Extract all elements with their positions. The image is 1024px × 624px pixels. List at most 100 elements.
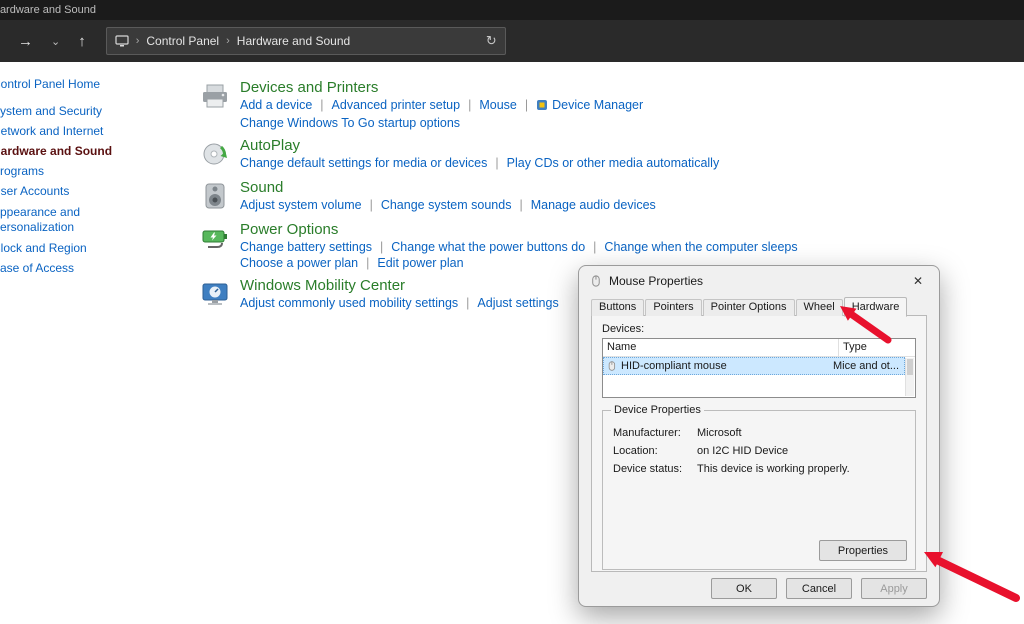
device-row-hid-compliant-mouse[interactable]: HID-compliant mouse Mice and ot... [603,357,905,375]
forward-arrow-icon[interactable]: → [18,33,33,50]
link-add-a-device[interactable]: Add a device [240,98,312,112]
link-row: Change Windows To Go startup options [240,116,643,131]
link-separator [370,198,373,212]
section-title-sound[interactable]: Sound [240,180,656,195]
breadcrumb-hardware-and-sound[interactable]: Hardware and Sound [237,34,350,48]
column-header-type[interactable]: Type [839,339,915,356]
sidebar-item-ease-of-access[interactable]: Ease of Access [0,262,182,275]
dialog-tab-strip: Buttons Pointers Pointer Options Wheel H… [591,296,927,317]
link-adjust-settings[interactable]: Adjust settings [477,296,558,310]
window-title: Hardware and Sound [0,4,96,16]
sidebar-item-network-and-internet[interactable]: Network and Internet [0,125,182,138]
sidebar-item-programs[interactable]: Programs [0,165,182,178]
sidebar: Control Panel Home System and Security N… [0,78,182,282]
link-mouse[interactable]: Mouse [479,98,517,112]
link-choose-power-plan[interactable]: Choose a power plan [240,256,358,270]
breadcrumb-control-panel[interactable]: Control Panel [146,34,219,48]
breadcrumb[interactable]: › Control Panel › Hardware and Sound ↻ [105,27,506,55]
tab-pointer-options[interactable]: Pointer Options [702,299,795,316]
mouse-icon [606,360,617,372]
link-adjust-mobility-settings[interactable]: Adjust commonly used mobility settings [240,296,458,310]
sidebar-item-hardware-and-sound[interactable]: Hardware and Sound [0,145,182,158]
section-sound: Sound Adjust system volume Change system … [200,180,860,216]
link-change-battery-settings[interactable]: Change battery settings [240,240,372,254]
link-adjust-system-volume[interactable]: Adjust system volume [240,198,362,212]
field-location: Location: on I2C HID Device [613,445,905,457]
scrollbar-thumb[interactable] [907,359,913,375]
dialog-titlebar[interactable]: Mouse Properties ✕ [579,266,939,296]
tab-hardware[interactable]: Hardware [843,297,908,317]
computer-icon [115,35,129,47]
field-value: Microsoft [697,427,742,439]
dialog-button-row: OK Cancel Apply [711,578,927,599]
field-value: This device is working properly. [697,463,850,475]
column-header-name[interactable]: Name [603,339,839,356]
devices-list: Name Type HID-compliant mouse Mice and o… [602,338,916,398]
link-row: Change battery settings Change what the p… [240,240,798,255]
link-device-manager[interactable]: Device Manager [552,98,643,112]
link-separator [593,240,596,254]
group-title: Device Properties [611,404,704,416]
link-change-computer-sleeps[interactable]: Change when the computer sleeps [604,240,797,254]
cancel-button[interactable]: Cancel [786,578,852,599]
link-change-power-buttons[interactable]: Change what the power buttons do [391,240,585,254]
tab-pointers[interactable]: Pointers [645,299,702,316]
field-device-status: Device status: This device is working pr… [613,463,905,475]
sound-icon [200,180,240,216]
devices-list-header: Name Type [603,339,915,357]
section-title-devices-and-printers[interactable]: Devices and Printers [240,80,643,95]
dialog-title: Mouse Properties [609,274,704,288]
link-row: Adjust system volume Change system sounds… [240,198,656,213]
hardware-tab-page: Devices: Name Type HID-compliant mouse M… [591,315,927,572]
link-separator [380,240,383,254]
section-autoplay: AutoPlay Change default settings for med… [200,138,860,174]
mouse-icon [589,274,602,288]
link-separator [320,98,323,112]
link-separator [519,198,522,212]
apply-button[interactable]: Apply [861,578,927,599]
section-title-power-options[interactable]: Power Options [240,222,798,237]
device-name-text: HID-compliant mouse [621,360,727,372]
link-separator [468,98,471,112]
device-name-cell: HID-compliant mouse [603,360,833,372]
refresh-icon[interactable]: ↻ [486,33,497,49]
link-advanced-printer-setup[interactable]: Advanced printer setup [332,98,461,112]
link-play-cds[interactable]: Play CDs or other media automatically [507,156,720,170]
link-change-windows-to-go[interactable]: Change Windows To Go startup options [240,116,460,130]
tab-wheel[interactable]: Wheel [795,299,843,316]
sidebar-item-user-accounts[interactable]: User Accounts [0,185,182,198]
field-label: Device status: [613,463,683,475]
control-panel-window: Hardware and Sound → ⌄ ↑ › Control Panel… [0,0,1024,624]
close-button[interactable]: ✕ [907,274,929,288]
sidebar-item-system-and-security[interactable]: System and Security [0,105,182,118]
link-change-system-sounds[interactable]: Change system sounds [381,198,512,212]
devices-list-scrollbar[interactable] [905,358,914,396]
navigation-bar: → ⌄ ↑ › Control Panel › Hardware and Sou… [0,20,1024,62]
device-manager-icon [536,99,548,115]
field-manufacturer: Manufacturer: Microsoft [613,427,905,439]
ok-button[interactable]: OK [711,578,777,599]
devices-and-printers-icon [200,80,240,132]
autoplay-icon [200,138,240,174]
device-properties-group: Device Properties Manufacturer: Microsof… [602,404,916,570]
chevron-down-icon[interactable]: ⌄ [51,35,60,48]
field-value: on I2C HID Device [697,445,789,457]
link-edit-power-plan[interactable]: Edit power plan [377,256,463,270]
device-type-cell: Mice and ot... [833,360,900,372]
section-title-autoplay[interactable]: AutoPlay [240,138,719,153]
tab-buttons[interactable]: Buttons [591,299,645,316]
field-label: Manufacturer: [613,427,681,439]
up-arrow-icon[interactable]: ↑ [78,33,86,50]
sidebar-item-control-panel-home[interactable]: Control Panel Home [0,78,182,91]
sidebar-item-clock-and-region[interactable]: Clock and Region [0,242,182,255]
devices-label: Devices: [602,323,645,335]
section-title-windows-mobility-center[interactable]: Windows Mobility Center [240,278,559,293]
link-change-default-media-settings[interactable]: Change default settings for media or dev… [240,156,487,170]
mouse-properties-dialog: Mouse Properties ✕ Buttons Pointers Poin… [578,265,940,607]
section-devices-and-printers: Devices and Printers Add a device Advance… [200,80,860,132]
link-row: Adjust commonly used mobility settings Ad… [240,296,559,311]
sidebar-item-appearance-and-personalization[interactable]: Appearance and Personalization [0,205,142,235]
link-row: Change default settings for media or dev… [240,156,719,171]
link-manage-audio-devices[interactable]: Manage audio devices [531,198,656,212]
properties-button[interactable]: Properties [819,540,907,561]
